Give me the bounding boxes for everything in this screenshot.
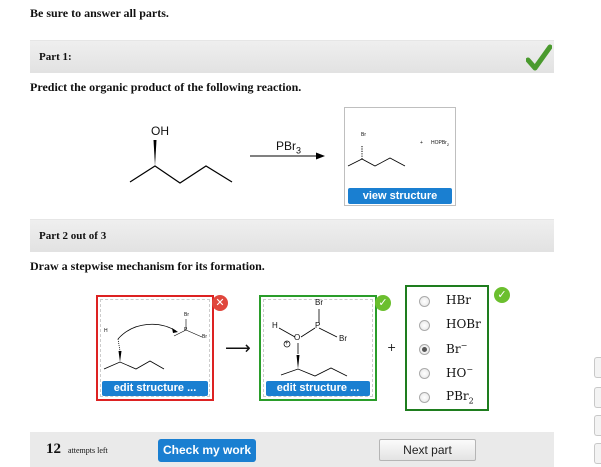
reactant-structure: OH: [128, 124, 238, 188]
part1-header: Part 1:: [30, 40, 554, 73]
byproduct-options: HBr HOBr Br− HO− PBr2: [405, 285, 489, 411]
mechanism-box-2[interactable]: Br H P Br O + edit structure ...: [259, 295, 377, 401]
correct-check-icon-box2: ✓: [375, 295, 391, 311]
instruction-text: Be sure to answer all parts.: [30, 6, 169, 20]
box2-p-label: P: [315, 321, 321, 330]
mechanism-arrow: ⟶: [225, 338, 251, 359]
mechanism-structure-2: [278, 309, 348, 377]
option-pbr2-label: PBr2: [446, 389, 474, 406]
side-tab-3[interactable]: [594, 415, 601, 436]
part2-prompt: Draw a stepwise mechanism for its format…: [30, 259, 265, 273]
view-structure-button[interactable]: view structure: [348, 188, 452, 204]
product-plus: +: [420, 140, 423, 146]
product-box: Br + HOPBr2 view structure: [344, 107, 456, 206]
box2-h-label: H: [272, 321, 278, 330]
option-hobr-label: HOBr: [446, 317, 481, 331]
option-hbr-label: HBr: [446, 293, 472, 307]
next-part-button[interactable]: Next part: [379, 439, 476, 461]
option-br-minus-radio[interactable]: [419, 344, 430, 355]
option-ho-minus-label: HO−: [446, 365, 474, 380]
option-hbr-radio[interactable]: [419, 296, 430, 307]
option-hobr-radio[interactable]: [419, 320, 430, 331]
mechanism-box-1[interactable]: H Br P Br edit structure ...: [96, 295, 214, 401]
product-br-label: Br: [361, 132, 366, 138]
option-pbr2-radio[interactable]: [419, 392, 430, 403]
edit-structure-button-1[interactable]: edit structure ...: [102, 381, 208, 396]
box2-charge-label: +: [285, 341, 289, 347]
plus-sign: +: [387, 341, 397, 354]
attempts-left-text: attempts left: [68, 446, 108, 455]
side-tab-4[interactable]: [594, 443, 601, 464]
box1-br-right-label: Br: [202, 334, 207, 340]
reaction-arrow: [250, 152, 325, 160]
box1-br-top-label: Br: [184, 312, 189, 318]
part1-check-icon: [526, 44, 552, 71]
box1-h-label: H: [104, 328, 108, 334]
check-my-work-button[interactable]: Check my work: [158, 439, 256, 462]
box2-br-right-label: Br: [339, 334, 347, 343]
box2-o-label: O: [294, 333, 301, 342]
edit-structure-button-2[interactable]: edit structure ...: [266, 381, 370, 396]
part2-header: Part 2 out of 3: [30, 219, 554, 252]
product-structure: [347, 146, 406, 167]
part2-title: Part 2 out of 3: [39, 230, 107, 242]
option-ho-minus-radio[interactable]: [419, 368, 430, 379]
product-byproduct: HOPBr2: [431, 140, 450, 147]
side-tab-1[interactable]: [594, 357, 601, 378]
part1-prompt: Predict the organic product of the follo…: [30, 80, 302, 94]
part1-title: Part 1:: [39, 51, 72, 63]
option-br-minus-label: Br−: [446, 341, 468, 356]
incorrect-x-icon: ✕: [212, 295, 228, 311]
correct-check-icon-options: ✓: [494, 287, 510, 303]
box2-br-top-label: Br: [315, 298, 323, 307]
side-tab-2[interactable]: [594, 387, 601, 408]
attempts-count: 12: [46, 441, 61, 457]
mechanism-structure-1: [103, 319, 203, 370]
box1-p-label: P: [184, 327, 188, 333]
